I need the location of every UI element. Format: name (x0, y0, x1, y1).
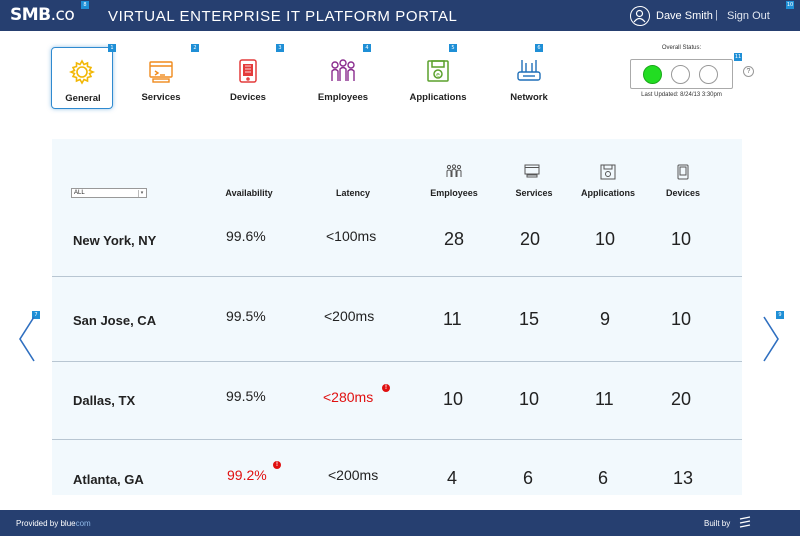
row-latency-alert: <280ms (323, 389, 374, 405)
nav-label: Applications (409, 92, 467, 103)
brand-name: blue (60, 519, 76, 528)
column-header-services: Services (515, 188, 553, 198)
page-title: VIRTUAL ENTERPRISE IT PLATFORM PORTAL (108, 8, 458, 25)
row-employees: 4 (447, 468, 458, 488)
row-devices: 13 (673, 468, 694, 488)
footer-provided-by: Provided by bluecom (16, 519, 91, 528)
row-latency: <100ms (326, 228, 377, 244)
status-light-off (671, 65, 690, 84)
brand-suffix: com (75, 519, 91, 528)
callout-badge-6: 6 (535, 44, 543, 52)
services-icon (524, 164, 540, 178)
row-applications: 10 (595, 229, 616, 249)
row-availability: 99.6% (226, 228, 266, 244)
row-employees: 10 (443, 389, 464, 409)
disk-icon (600, 164, 616, 180)
row-latency: <200ms (324, 308, 375, 324)
nav-network[interactable]: Network (498, 47, 560, 109)
row-employees: 28 (444, 229, 465, 249)
row-divider (52, 439, 742, 440)
user-avatar-icon[interactable] (630, 6, 650, 26)
logo-suffix: .co (50, 5, 75, 25)
overall-status-indicator[interactable] (630, 59, 733, 89)
status-light-off (699, 65, 718, 84)
gear-icon (68, 59, 96, 85)
status-light-green (643, 65, 662, 84)
header-separator: | (715, 9, 718, 21)
row-applications: 6 (598, 468, 609, 488)
svg-text:e: e (436, 72, 440, 79)
callout-badge-5: 5 (449, 44, 457, 52)
callout-badge-4: 4 (363, 44, 371, 52)
row-divider (52, 276, 742, 277)
user-name: Dave Smith (656, 10, 713, 22)
row-services: 10 (519, 389, 540, 409)
row-city[interactable]: San Jose, CA (73, 313, 156, 328)
row-city[interactable]: Atlanta, GA (73, 472, 144, 487)
callout-badge-11: 11 (734, 53, 742, 61)
people-icon (331, 59, 355, 81)
router-icon (517, 60, 541, 81)
row-employees: 11 (443, 309, 462, 329)
help-icon[interactable]: ? (743, 66, 754, 77)
callout-badge-3: 3 (276, 44, 284, 52)
footer-bar: Provided by bluecom Built by (0, 510, 800, 536)
row-applications: 9 (600, 309, 611, 329)
chevron-down-icon: ▾ (138, 190, 145, 197)
tablet-icon (677, 164, 689, 180)
row-devices: 20 (671, 389, 692, 409)
column-header-applications: Applications (580, 188, 635, 198)
nav-applications[interactable]: e Applications (407, 47, 469, 109)
services-icon (149, 61, 173, 83)
row-city[interactable]: Dallas, TX (73, 393, 135, 408)
disk-icon: e (427, 60, 449, 82)
row-availability: 99.5% (226, 308, 266, 324)
filter-value: ALL (74, 190, 85, 196)
column-header-availability: Availability (225, 188, 273, 198)
column-header-employees: Employees (430, 188, 478, 198)
row-city[interactable]: New York, NY (73, 233, 156, 248)
built-by-text: Built by (704, 519, 731, 528)
nav-employees[interactable]: Employees (312, 47, 374, 109)
alert-icon[interactable]: ! (382, 384, 390, 392)
sign-out-link[interactable]: Sign Out (727, 10, 770, 22)
row-applications: 11 (595, 389, 614, 409)
nav-devices[interactable]: Devices (217, 47, 279, 109)
callout-badge-1: 1 (108, 44, 116, 52)
callout-badge-10: 10 (786, 1, 794, 9)
location-filter-select[interactable]: ALL ▾ (71, 188, 147, 198)
header-bar: SMB.co 8 VIRTUAL ENTERPRISE IT PLATFORM … (0, 0, 800, 31)
column-header-latency: Latency (335, 188, 370, 198)
nav-label: Devices (230, 92, 266, 103)
tablet-icon (239, 59, 257, 83)
builder-logo-icon (739, 516, 751, 528)
callout-badge-8: 8 (81, 1, 89, 9)
last-updated-text: Last Updated: 8/24/13 3:30pm (641, 92, 722, 98)
row-availability: 99.5% (226, 388, 266, 404)
row-latency: <200ms (328, 467, 379, 483)
callout-badge-2: 2 (191, 44, 199, 52)
row-divider (52, 361, 742, 362)
row-services: 20 (520, 229, 541, 249)
provided-by-text: Provided by (16, 519, 61, 528)
people-icon (446, 164, 462, 177)
row-availability-alert: 99.2% (227, 467, 267, 483)
row-devices: 10 (671, 309, 692, 329)
overall-status-label: Overall Status: (661, 45, 702, 51)
chevron-left-icon[interactable] (18, 316, 36, 362)
logo-text: SMB (10, 5, 51, 25)
row-devices: 10 (671, 229, 692, 249)
row-services: 6 (523, 468, 534, 488)
column-header-devices: Devices (665, 188, 701, 198)
alert-icon[interactable]: ! (273, 461, 281, 469)
chevron-right-icon[interactable] (762, 316, 780, 362)
nav-services[interactable]: Services (130, 47, 192, 109)
nav-general[interactable]: General (51, 47, 113, 109)
nav-label: Network (510, 92, 548, 103)
row-services: 15 (519, 309, 540, 329)
nav-label: Employees (317, 92, 369, 103)
company-logo[interactable]: SMB.co (10, 5, 75, 25)
